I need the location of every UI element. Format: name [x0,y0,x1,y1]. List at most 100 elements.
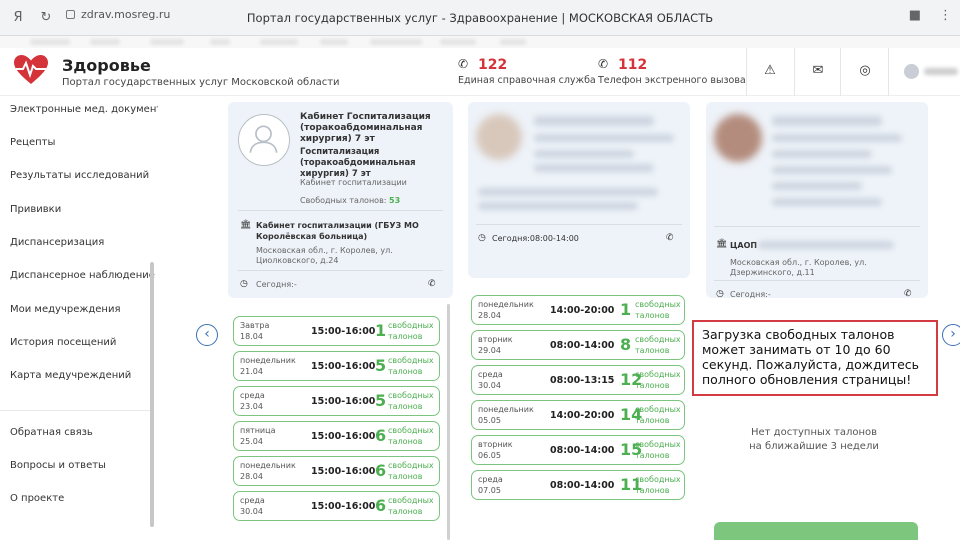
slot-day: вторник [478,440,513,449]
phone-icon[interactable]: ✆ [666,233,674,243]
slot-day: среда [240,391,265,400]
phone-112[interactable]: ✆ 112 Телефон экстренного вызова [598,57,746,86]
card3-action-button[interactable] [714,522,918,540]
sidebar-scrollbar[interactable] [150,262,154,527]
phone-number: 122 [478,57,508,73]
slot-date: 30.04 [478,381,501,390]
slot-label: свободных [388,461,434,470]
brand-subtitle: Портал государственных услуг Московской … [62,77,340,88]
slot-day: понедельник [240,461,296,470]
slot-time: 14:00-20:00 [550,410,615,421]
sidebar-item-faq[interactable]: Вопросы и ответы [10,460,106,471]
notice-text: Загрузка свободных талонов может занимат… [702,327,920,387]
brand-title[interactable]: Здоровье [62,56,151,75]
main-content: ‹ › Кабинет Госпитализация (торакоабдоми… [158,96,960,540]
time-slot[interactable]: пятница 25.04 15:00-16:00 6 свободных талонов [233,421,440,451]
sidebar-item-documents[interactable]: Электронные мед. документы [10,104,170,115]
slot-label: свободных [635,300,681,309]
time-slot[interactable]: Завтра 18.04 15:00-16:00 1 свободных талонов [233,316,440,346]
slot-label: талонов [635,416,670,425]
sidebar-item-about[interactable]: О проекте [10,493,64,504]
eye-off-icon[interactable]: ◎ [857,63,873,79]
time-slot[interactable]: вторник 06.05 08:00-14:00 15 свободных талоно… [471,435,685,465]
time-slot[interactable]: понедельник 28.04 14:00-20:00 1 свободных тал… [471,295,685,325]
card1-address: Московская обл., г. Королев, ул. Циолков… [256,246,393,265]
alert-icon[interactable]: ⚠ [762,63,778,79]
time-slot[interactable]: понедельник 28.04 15:00-16:00 6 свободных тал… [233,456,440,486]
next-arrow-button[interactable]: › [942,324,960,346]
slot-count: 8 [620,335,632,354]
clinic-card-3[interactable]: 🏛 ЦАОП Московская обл., г. Королев, ул. … [706,102,928,299]
card1-scrollbar[interactable] [447,304,450,540]
clock-icon: ◷ [240,279,248,289]
slot-date: 18.04 [240,332,263,341]
sidebar-item-feedback[interactable]: Обратная связь [10,427,93,438]
slot-time: 15:00-16:00 [311,501,376,512]
slot-date: 30.04 [240,507,263,516]
slot-date: 25.04 [240,437,263,446]
phone-icon: ✆ [458,57,469,71]
sidebar-item-prescriptions[interactable]: Рецепты [10,137,55,148]
slot-time: 15:00-16:00 [311,466,376,477]
time-slot[interactable]: среда 23.04 15:00-16:00 5 свободных талонов [233,386,440,416]
messages-icon[interactable]: ✉ [810,63,826,79]
site-header: Здоровье Портал государственных услуг Мо… [0,48,960,96]
doctor-avatar-icon [238,114,290,166]
slot-time: 08:00-14:00 [550,445,615,456]
user-name-blurred[interactable] [924,68,958,75]
sidebar-item-results[interactable]: Результаты исследований [10,170,149,181]
slot-label: свободных [635,475,681,484]
slot-count: 1 [375,321,387,340]
time-slot[interactable]: среда 07.05 08:00-14:00 11 свободных талонов [471,470,685,500]
sidebar-item-observation[interactable]: Диспансерное наблюдение [10,270,155,281]
slot-count: 6 [375,496,387,515]
slot-count: 5 [375,391,387,410]
card1-free: Свободных талонов: 53 [300,196,401,205]
slot-day: среда [240,496,265,505]
slot-label: талонов [388,402,423,411]
heart-logo-icon[interactable] [13,54,49,86]
clinic-card-2[interactable]: ◷ Сегодня:08:00-14:00 ✆ [468,102,690,278]
slot-label: талонов [635,311,670,320]
no-slots-message: Нет доступных талонов на ближайшие 3 нед… [714,426,914,454]
slot-label: талонов [388,367,423,376]
sidebar-item-history[interactable]: История посещений [10,337,116,348]
user-avatar[interactable] [904,64,919,79]
yandex-icon[interactable]: Я [8,8,28,28]
slot-time: 14:00-20:00 [550,305,615,316]
slot-label: свободных [635,370,681,379]
clock-icon: ◷ [478,233,486,243]
prev-arrow-button[interactable]: ‹ [196,324,218,346]
time-slot[interactable]: понедельник 05.05 14:00-20:00 14 свободных та… [471,400,685,430]
slot-time: 15:00-16:00 [311,396,376,407]
reload-icon[interactable]: ↻ [36,8,56,28]
sidebar-item-map[interactable]: Карта медучреждений [10,370,131,381]
slot-time: 08:00-14:00 [550,340,615,351]
time-slot[interactable]: среда 30.04 15:00-16:00 6 свободных талонов [233,491,440,521]
sidebar: Электронные мед. документы Рецепты Резул… [0,96,170,540]
slot-day: среда [478,370,503,379]
phone-icon: ✆ [598,57,609,71]
sidebar-item-vaccinations[interactable]: Прививки [10,204,61,215]
bookmarks-bar [0,36,960,48]
time-slot[interactable]: вторник 29.04 08:00-14:00 8 свободных талонов [471,330,685,360]
time-slot[interactable]: понедельник 21.04 15:00-16:00 5 свободных тал… [233,351,440,381]
bookmark-icon[interactable]: ■ [909,8,921,23]
phone-icon[interactable]: ✆ [428,279,436,289]
url-text[interactable]: zdrav.mosreg.ru [81,8,170,21]
menu-icon[interactable]: ⋮ [939,8,952,23]
slot-date: 29.04 [478,346,501,355]
phone-icon[interactable]: ✆ [904,289,912,299]
sidebar-item-dispensarization[interactable]: Диспансеризация [10,237,104,248]
slot-day: вторник [478,335,513,344]
slot-label: талонов [635,486,670,495]
time-slot[interactable]: среда 30.04 08:00-13:15 12 свободных талонов [471,365,685,395]
phone-number: 112 [618,57,648,73]
slot-day: понедельник [478,300,534,309]
slot-day: понедельник [240,356,296,365]
phone-122[interactable]: ✆ 122 Единая справочная служба [458,57,596,86]
clinic-card-1[interactable]: Кабинет Госпитализация (торакоабдоминаль… [228,102,453,298]
card1-today: Сегодня:- [256,280,297,289]
address-bar[interactable]: zdrav.mosreg.ru [66,8,170,21]
sidebar-item-my-clinics[interactable]: Мои медучреждения [10,304,121,315]
